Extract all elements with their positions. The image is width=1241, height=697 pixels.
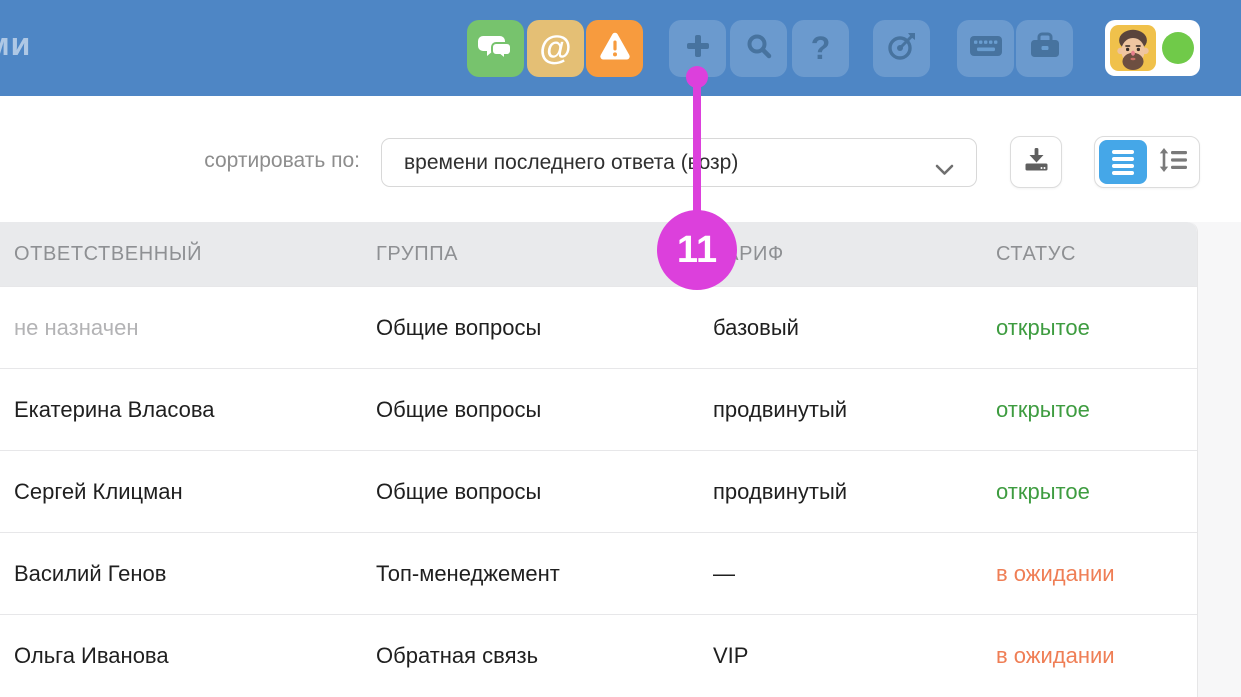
chat-button[interactable] (467, 20, 524, 77)
partial-page-title: ми (0, 26, 31, 63)
tools-button[interactable] (1016, 20, 1073, 77)
tickets-table-card: ОТВЕТСТВЕННЫЙ ГРУППА ТАРИФ СТАТУС не наз… (0, 222, 1198, 697)
download-icon (1023, 146, 1050, 178)
view-mode-toggle (1094, 136, 1200, 188)
ticket-tariff: продвинутый (713, 479, 996, 505)
column-header-group: ГРУППА (376, 243, 713, 266)
search-icon (745, 32, 773, 65)
ticket-tariff: VIP (713, 643, 996, 669)
mentions-button[interactable]: @ (527, 20, 584, 77)
ticket-group: Общие вопросы (376, 315, 713, 341)
ticket-group: Общие вопросы (376, 479, 713, 505)
chat-icon (478, 31, 514, 66)
table-row[interactable]: Сергей Клицман Общие вопросы продвинутый… (0, 450, 1197, 532)
online-status-dot (1162, 32, 1194, 64)
table-row[interactable]: Екатерина Власова Общие вопросы продвину… (0, 368, 1197, 450)
table-header-row: ОТВЕТСТВЕННЫЙ ГРУППА ТАРИФ СТАТУС (0, 222, 1197, 286)
ticket-group: Топ-менеджемент (376, 561, 713, 587)
table-row[interactable]: не назначен Общие вопросы базовый открыт… (0, 286, 1197, 368)
list-toolbar: сортировать по: времени последнего ответ… (0, 96, 1241, 222)
ticket-responsible: Екатерина Власова (14, 397, 376, 423)
ticket-status: в ожидании (996, 643, 1197, 669)
user-avatar (1110, 25, 1156, 71)
sort-select-value: времени последнего ответа (возр) (404, 151, 738, 175)
chevron-down-icon (935, 158, 954, 182)
plus-icon (684, 32, 712, 65)
keyboard-icon (969, 34, 1003, 63)
sort-by-label: сортировать по: (0, 149, 360, 173)
add-ticket-button[interactable] (669, 20, 726, 77)
search-button[interactable] (730, 20, 787, 77)
list-icon (1112, 150, 1134, 154)
ticket-group: Обратная связь (376, 643, 713, 669)
ticket-status: открытое (996, 397, 1197, 423)
line-height-icon (1157, 147, 1189, 178)
table-row[interactable]: Василий Генов Топ-менеджемент — в ожидан… (0, 532, 1197, 614)
ticket-status: открытое (996, 315, 1197, 341)
ticket-tariff: продвинутый (713, 397, 996, 423)
help-icon: ? (811, 30, 831, 67)
ticket-status: в ожидании (996, 561, 1197, 587)
ticket-responsible: не назначен (14, 315, 376, 341)
top-navigation-bar: ми @ (0, 0, 1241, 96)
ticket-tariff: — (713, 561, 996, 587)
hotkeys-button[interactable] (957, 20, 1014, 77)
goals-button[interactable] (873, 20, 930, 77)
ticket-tariff: базовый (713, 315, 996, 341)
column-header-responsible: ОТВЕТСТВЕННЫЙ (14, 243, 376, 266)
column-header-status: СТАТУС (996, 243, 1197, 266)
ticket-status: открытое (996, 479, 1197, 505)
mention-icon: @ (539, 29, 571, 67)
briefcase-icon (1029, 32, 1061, 65)
export-button[interactable] (1010, 136, 1062, 188)
alert-icon (597, 31, 633, 67)
help-button[interactable]: ? (792, 20, 849, 77)
ticket-group: Общие вопросы (376, 397, 713, 423)
user-profile-widget[interactable] (1105, 20, 1200, 76)
sort-select[interactable]: времени последнего ответа (возр) (381, 138, 977, 187)
table-row[interactable]: Ольга Иванова Обратная связь VIP в ожида… (0, 614, 1197, 696)
target-icon (886, 30, 918, 67)
alerts-button[interactable] (586, 20, 643, 77)
ticket-responsible: Сергей Клицман (14, 479, 376, 505)
row-density-button[interactable] (1147, 147, 1199, 178)
tickets-table-area: ОТВЕТСТВЕННЫЙ ГРУППА ТАРИФ СТАТУС не наз… (0, 222, 1241, 697)
column-header-tariff: ТАРИФ (713, 243, 996, 266)
ticket-responsible: Василий Генов (14, 561, 376, 587)
list-view-button-active[interactable] (1099, 140, 1147, 184)
ticket-responsible: Ольга Иванова (14, 643, 376, 669)
